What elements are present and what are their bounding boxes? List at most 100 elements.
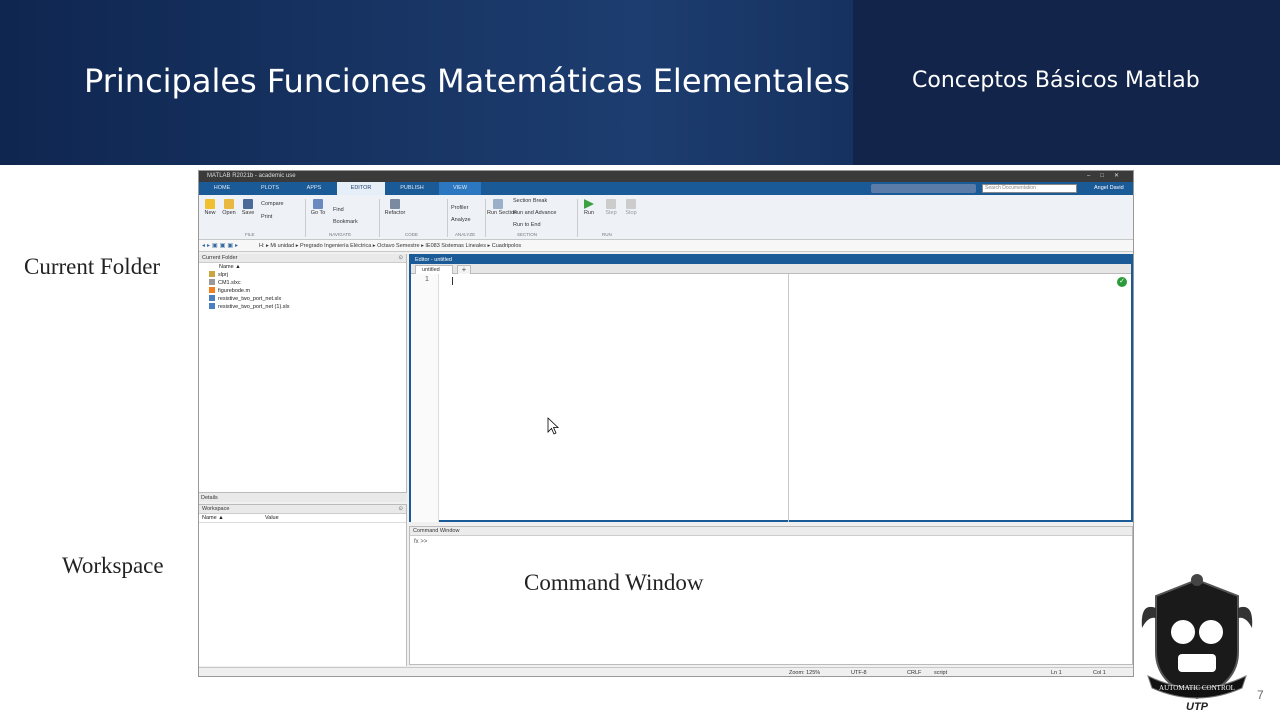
column-header-name[interactable]: Name ▲ <box>202 514 224 523</box>
toolstrip-tabs: HOME PLOTS APPS EDITOR PUBLISH VIEW Sear… <box>199 182 1133 195</box>
step-button[interactable]: Step <box>604 199 618 216</box>
column-header-name[interactable]: Name ▲ <box>199 263 406 271</box>
logo-text: AUTOMATIC CONTROL <box>1159 684 1235 692</box>
workspace-columns: Name ▲ Value <box>199 514 406 523</box>
goto-button[interactable]: Go To <box>309 199 327 216</box>
panel-menu-icon[interactable]: ⊙ <box>398 254 403 263</box>
run-section-icon <box>493 199 503 209</box>
stop-button[interactable]: Stop <box>624 199 638 216</box>
user-menu[interactable]: Angel David <box>1094 182 1124 195</box>
compare-button[interactable]: Compare <box>261 201 284 207</box>
run-button[interactable]: Run <box>582 199 596 216</box>
panel-menu-icon[interactable]: ⊙ <box>398 505 403 514</box>
file-icon <box>209 279 215 285</box>
separator <box>485 199 486 237</box>
section-break-button[interactable]: Section Break <box>513 198 547 204</box>
editor-toolstrip: New Open Save Compare Print FILE Go To F… <box>199 195 1133 240</box>
matlab-window: MATLAB R2021b - academic use –□✕ HOME PL… <box>198 170 1134 677</box>
tab-plots[interactable]: PLOTS <box>251 182 289 195</box>
separator <box>577 199 578 237</box>
open-button[interactable]: Open <box>221 199 237 216</box>
workspace-panel: Workspace ⊙ Name ▲ Value <box>199 504 407 666</box>
section-analyze-label: ANALYZE <box>455 232 476 237</box>
refactor-icon <box>390 199 400 209</box>
tab-view[interactable]: VIEW <box>439 182 481 195</box>
run-section-button[interactable]: Run Section <box>487 199 517 216</box>
editor-tab-untitled[interactable]: untitled <box>415 265 453 274</box>
matlab-titlebar: MATLAB R2021b - academic use –□✕ <box>199 171 1133 182</box>
details-panel-header[interactable]: Details <box>199 492 407 502</box>
separator <box>447 199 448 237</box>
run-and-advance-button[interactable]: Run and Advance <box>513 210 556 216</box>
slide: Principales Funciones Matemáticas Elemen… <box>0 0 1280 720</box>
editor-panel: Editor - untitled untitled + 1 ✓ <box>409 254 1133 522</box>
current-folder-panel: Current Folder ⊙ Name ▲ slprj CM1.slxc fi… <box>199 254 407 499</box>
quick-access-toolbar[interactable] <box>871 184 976 193</box>
tab-editor[interactable]: EDITOR <box>337 182 385 195</box>
address-bar[interactable]: ◂▸▣▣▣▸ H: ▸ Mi unidad ▸ Pregrado Ingenie… <box>199 240 1133 252</box>
run-to-end-button[interactable]: Run to End <box>513 222 541 228</box>
print-button[interactable]: Print <box>261 214 272 220</box>
path-segment[interactable]: Cuadripolos <box>492 243 521 249</box>
section-navigate-label: NAVIGATE <box>329 232 352 237</box>
line-number-gutter: 1 <box>411 274 439 522</box>
file-item[interactable]: figurebode.m <box>199 287 406 295</box>
current-folder-title: Current Folder ⊙ <box>199 254 406 263</box>
folder-icon <box>209 271 215 277</box>
status-column: Col 1 <box>1093 670 1106 676</box>
new-button[interactable]: New <box>203 199 217 216</box>
save-icon <box>243 199 253 209</box>
workspace-title: Workspace ⊙ <box>199 505 406 514</box>
code-analyzer-ok-icon[interactable]: ✓ <box>1117 277 1127 287</box>
separator <box>305 199 306 237</box>
path-segment[interactable]: H: <box>259 243 265 249</box>
play-icon <box>584 199 594 209</box>
save-button[interactable]: Save <box>241 199 255 216</box>
path-segment[interactable]: Pregrado Ingeniería Eléctrica <box>300 243 371 249</box>
simulink-file-icon <box>209 303 215 309</box>
automatic-control-utp-logo: AUTOMATIC CONTROL UTP <box>1141 574 1253 712</box>
path-segment[interactable]: Mi unidad <box>270 243 294 249</box>
find-button[interactable]: Find <box>333 207 344 213</box>
bookmark-button[interactable]: Bookmark <box>333 219 358 225</box>
path-segment[interactable]: Octavo Semestre <box>377 243 420 249</box>
simulink-file-icon <box>209 295 215 301</box>
label-workspace: Workspace <box>62 553 164 578</box>
tab-apps[interactable]: APPS <box>297 182 331 195</box>
folder-icon <box>224 199 234 209</box>
slide-subtitle: Conceptos Básicos Matlab <box>912 68 1200 93</box>
page-number: 7 <box>1257 688 1264 702</box>
status-zoom: Zoom: 125% <box>789 670 821 676</box>
text-caret <box>452 277 453 285</box>
step-icon <box>606 199 616 209</box>
profiler-button[interactable]: Profiler <box>451 205 468 211</box>
right-margin-line <box>788 274 789 522</box>
file-item[interactable]: slprj <box>199 271 406 279</box>
command-window-panel[interactable]: Command Window fx >> <box>409 526 1133 665</box>
editor-title: Editor - untitled <box>411 256 1131 264</box>
search-documentation-input[interactable]: Search Documentation <box>982 184 1077 193</box>
window-controls[interactable]: –□✕ <box>1087 171 1129 182</box>
new-tab-button[interactable]: + <box>457 265 471 274</box>
command-prompt[interactable]: fx >> <box>410 536 1132 548</box>
section-file-label: FILE <box>245 232 255 237</box>
tab-publish[interactable]: PUBLISH <box>389 182 435 195</box>
refactor-button[interactable]: Refactor <box>383 199 407 216</box>
path-segment[interactable]: IE083 Sistemas Lineales <box>425 243 486 249</box>
analyze-button[interactable]: Analyze <box>451 217 471 223</box>
m-file-icon <box>209 287 215 293</box>
line-number: 1 <box>425 276 429 283</box>
status-eol: CRLF <box>907 670 922 676</box>
file-item[interactable]: resistive_two_port_net (1).slx <box>199 303 406 311</box>
section-code-label: CODE <box>405 232 419 237</box>
file-item[interactable]: resistive_two_port_net.slx <box>199 295 406 303</box>
file-item[interactable]: CM1.slxc <box>199 279 406 287</box>
new-icon <box>205 199 215 209</box>
separator <box>379 199 380 237</box>
label-command-window: Command Window <box>524 570 704 595</box>
column-header-value[interactable]: Value <box>265 514 279 523</box>
tab-home[interactable]: HOME <box>203 182 241 195</box>
navigation-icons[interactable]: ◂▸▣▣▣▸ <box>202 242 240 250</box>
window-title: MATLAB R2021b - academic use <box>207 173 296 179</box>
status-file-type: script <box>934 670 948 676</box>
